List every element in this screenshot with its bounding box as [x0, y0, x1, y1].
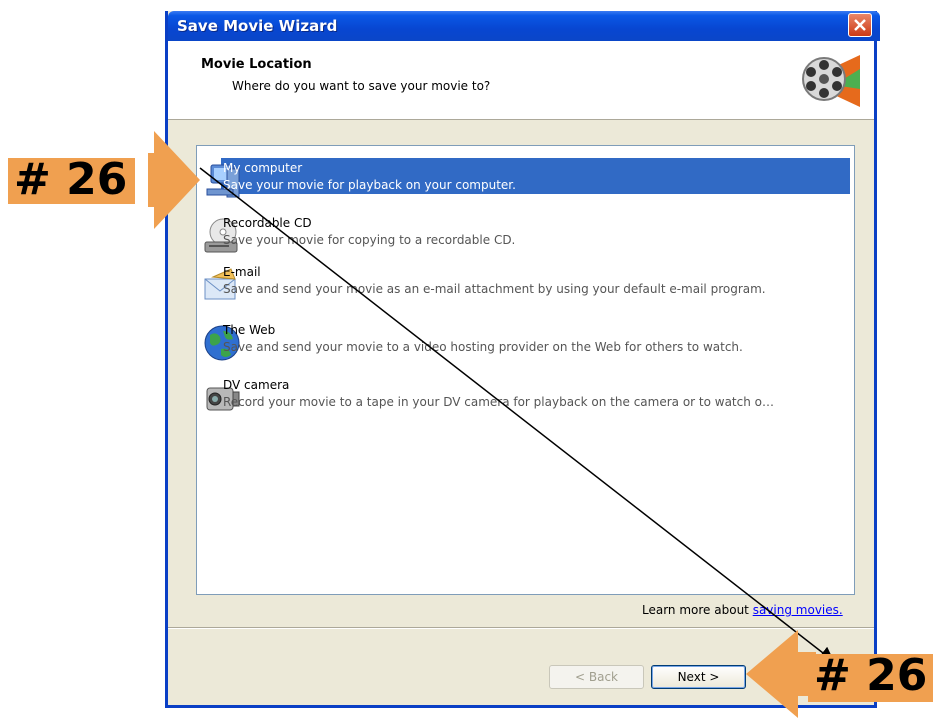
annotation-label-left: # 26 — [8, 158, 136, 204]
annotation-connector — [199, 167, 835, 662]
annotation-arrow-left — [148, 131, 200, 229]
annotation-arrow-right — [746, 630, 816, 718]
annotation-label-right: # 26 — [808, 654, 934, 702]
